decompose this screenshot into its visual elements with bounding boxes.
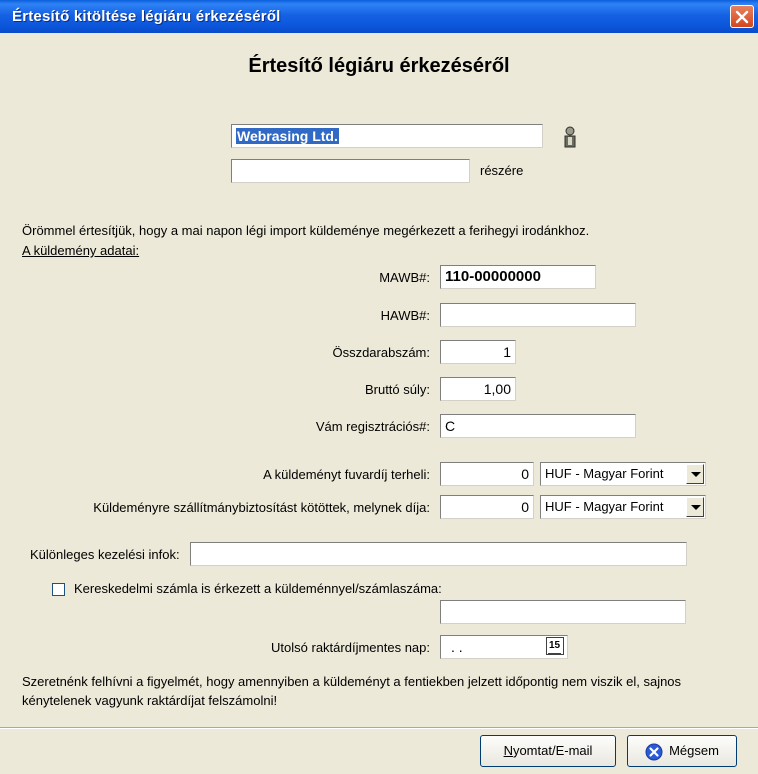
handling-input[interactable] [190, 542, 687, 566]
cancel-button[interactable]: Mégsem [627, 735, 737, 767]
invoice-checkbox[interactable] [52, 583, 65, 596]
freight-input[interactable]: 0 [440, 462, 534, 486]
last-free-day-label: Utolsó raktárdíjmentes nap: [271, 640, 430, 655]
print-email-label: yomtat/E-mail [512, 743, 593, 758]
mawb-input[interactable]: 110-00000000 [440, 265, 596, 289]
print-email-button[interactable]: Nyomtat/E-mail [480, 735, 616, 767]
freight-label: A küldeményt fuvardíj terheli: [263, 467, 430, 482]
insurance-currency-select[interactable]: HUF - Magyar Forint [540, 495, 706, 519]
window-title: Értesítő kitöltése légiáru érkezéséről [12, 8, 281, 25]
handling-label: Különleges kezelési infok: [30, 547, 180, 562]
cancel-icon [645, 742, 663, 761]
customs-label: Vám regisztrációs#: [315, 419, 430, 434]
calendar-icon[interactable]: 15 [546, 637, 564, 655]
insurance-label: Küldeményre szállítmánybiztosítást kötöt… [93, 500, 430, 515]
invoice-checkbox-label[interactable]: Kereskedelmi számla is érkezett a küldem… [74, 581, 442, 596]
insurance-currency-value: HUF - Magyar Forint [545, 499, 664, 514]
recipient-name-input[interactable]: Webrasing Ltd. [231, 124, 543, 148]
print-email-accel: N [503, 743, 513, 758]
invoice-number-input[interactable] [440, 600, 686, 624]
weight-label: Bruttó súly: [364, 382, 430, 397]
storage-fee-notice: Szeretnénk felhívni a figyelmét, hogy am… [22, 674, 682, 708]
section-title: A küldemény adatai: [22, 243, 140, 258]
form-heading: Értesítő légiáru érkezéséről [248, 55, 510, 77]
close-icon [735, 10, 749, 24]
close-button[interactable] [730, 5, 754, 28]
insurance-input[interactable]: 0 [440, 495, 534, 519]
freight-currency-value: HUF - Magyar Forint [545, 466, 664, 481]
recipient-suffix-label: részére [480, 163, 524, 178]
title-bar[interactable]: Értesítő kitöltése légiáru érkezéséről [0, 0, 758, 33]
mawb-label: MAWB#: [379, 270, 430, 285]
footer-divider [0, 727, 758, 729]
pieces-input[interactable]: 1 [440, 340, 516, 364]
last-free-day-value: . . [451, 639, 463, 655]
freight-currency-select[interactable]: HUF - Magyar Forint [540, 462, 706, 486]
hawb-input[interactable] [440, 303, 636, 327]
chevron-down-icon[interactable] [686, 497, 704, 517]
customs-input[interactable]: C [440, 414, 636, 438]
hawb-label: HAWB#: [380, 308, 430, 323]
chevron-down-icon[interactable] [686, 464, 704, 484]
weight-input[interactable]: 1,00 [440, 377, 516, 401]
recipient-extra-input[interactable] [231, 159, 470, 183]
pieces-label: Összdarabszám: [332, 345, 430, 360]
cancel-label: Mégsem [669, 743, 719, 758]
recipient-name-text: Webrasing Ltd. [236, 128, 339, 144]
dialog-window: Értesítő kitöltése légiáru érkezéséről É… [0, 0, 758, 774]
person-lookup-icon[interactable] [560, 126, 580, 148]
intro-text: Örömmel értesítjük, hogy a mai napon lég… [22, 223, 590, 238]
